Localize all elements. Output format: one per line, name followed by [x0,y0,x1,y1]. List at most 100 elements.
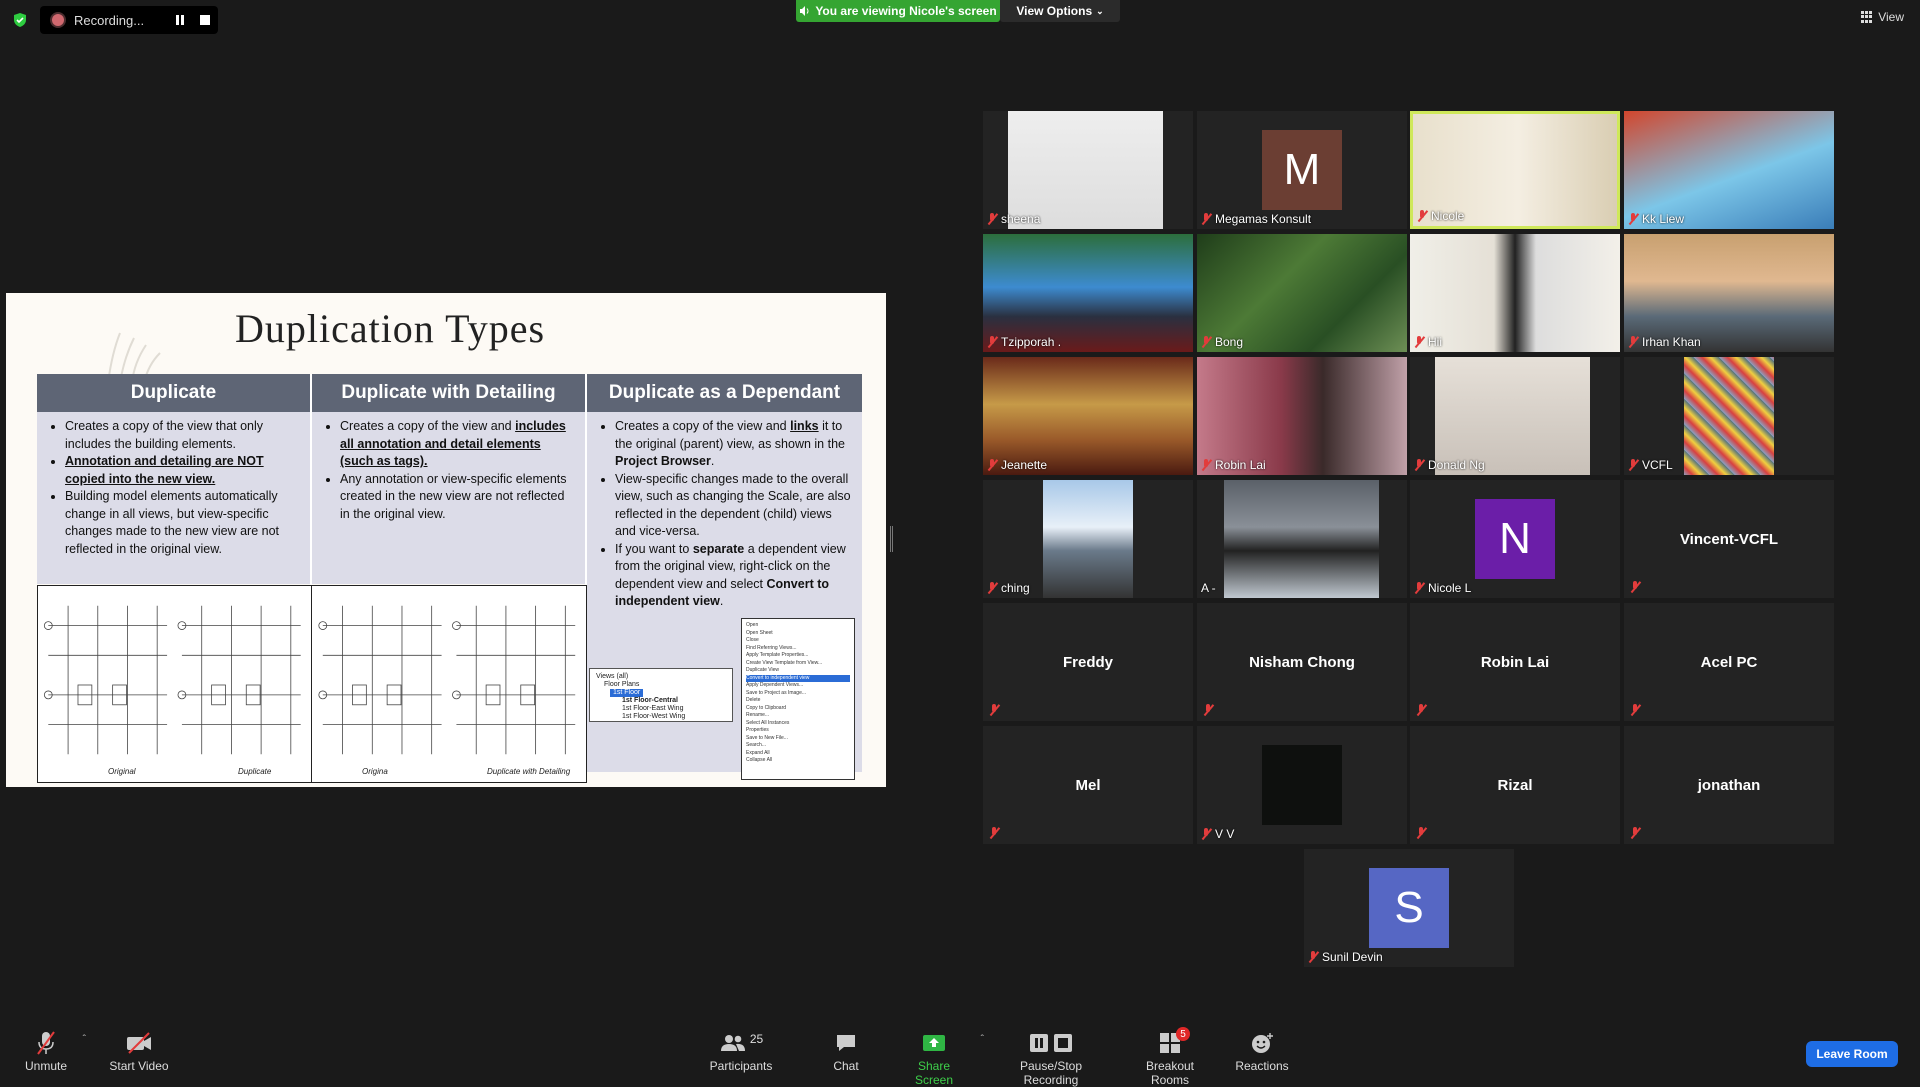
mic-muted-icon [989,704,1000,716]
context-menu-item: Open [746,622,759,628]
mic-muted-icon [22,1030,70,1056]
participant-name-label: Sunil Devin [1308,950,1383,964]
viewing-screen-banner: You are viewing Nicole's screen [796,0,1000,22]
chat-button[interactable]: Chat [826,1030,866,1073]
reactions-button[interactable]: Reactions [1234,1030,1290,1073]
pause-stop-recording-button[interactable]: Pause/Stop Recording [992,1030,1110,1087]
participant-tile[interactable]: A - [1197,480,1407,598]
mic-muted-icon [1630,581,1641,593]
participant-tile[interactable]: Robin Lai [1197,357,1407,475]
unmute-button[interactable]: Unmute ˆ [22,1030,86,1073]
participant-tile[interactable]: S Sunil Devin [1304,849,1514,967]
participant-name: Megamas Konsult [1215,212,1312,226]
reactions-smiley-icon [1234,1030,1290,1056]
floor-plan-graphic [318,605,576,755]
context-menu-item: Select All Instances [746,719,790,726]
participant-tile[interactable]: Nicole [1410,111,1620,229]
participant-tile[interactable]: Acel PC [1624,603,1834,721]
encryption-shield-icon[interactable] [10,10,30,30]
participant-tile[interactable]: Tzipporah . [983,234,1193,352]
participants-icon: 25 [708,1030,774,1056]
bullet: Building model elements automatically ch… [65,488,302,558]
drawing-label: Origina [362,767,388,776]
share-screen-button[interactable]: Share Screen ˆ [898,1030,984,1087]
drawing-label: Duplicate [238,767,272,776]
mic-muted-icon [1628,336,1639,348]
participant-tile[interactable]: Freddy [983,603,1193,721]
mic-muted-icon [1308,951,1319,963]
participant-name: Nicole [1431,209,1465,223]
participant-name-label: Megamas Konsult [1201,212,1311,226]
recording-indicator: Recording... [40,6,218,34]
recording-dot-icon [52,14,64,26]
mic-muted-icon [1414,582,1425,594]
participant-video [1262,745,1342,825]
bullet: Creates a copy of the view and includes … [340,418,577,471]
mic-muted-icon [1417,210,1428,222]
participant-name: sheena [1001,212,1041,226]
pause-stop-icon [992,1030,1110,1056]
floor-plan-drawings: Original Duplicate Origina Duplicate wit… [37,585,587,783]
participant-tile[interactable]: M Megamas Konsult [1197,111,1407,229]
view-layout-button[interactable]: View [1861,10,1904,24]
participants-button[interactable]: 25 Participants [708,1030,774,1073]
participants-count: 25 [749,1032,764,1046]
split-view-drag-handle[interactable] [890,526,893,552]
participant-tile[interactable]: sheena [983,111,1193,229]
participant-tile[interactable]: Nisham Chong [1197,603,1407,721]
participant-name: Nicole L [1428,581,1472,595]
leave-room-button[interactable]: Leave Room [1806,1041,1898,1067]
participant-video [1684,357,1774,475]
participant-tile[interactable]: Jeanette [983,357,1193,475]
grid-view-icon [1861,11,1873,23]
participant-name: Kk Liew [1642,212,1685,226]
context-menu-item: Properties [746,727,769,733]
column-heading: Duplicate as a Dependant [587,374,862,412]
mic-muted-icon [1414,459,1425,471]
column-heading: Duplicate with Detailing [312,374,585,412]
floor-plan-duplicate: Original Duplicate [37,585,312,783]
stop-recording-icon[interactable] [200,15,210,25]
avatar: S [1369,868,1449,948]
context-menu-item: Create View Template from View... [746,659,823,666]
breakout-rooms-button[interactable]: 5 Breakout Rooms [1126,1027,1214,1087]
participant-tile[interactable]: VCFL [1624,357,1834,475]
share-screen-icon [898,1030,970,1056]
bullet: Annotation and detailing are NOT copied … [65,453,302,488]
participant-tile[interactable]: Kk Liew [1624,111,1834,229]
view-options-button[interactable]: View Options ⌄ [1000,0,1120,22]
participant-tile[interactable]: N Nicole L [1410,480,1620,598]
participant-name: Irhan Khan [1642,335,1701,349]
participant-tile[interactable]: Donald Ng [1410,357,1620,475]
participant-name-label: Irhan Khan [1628,335,1701,349]
shared-screen[interactable]: Duplication Types Duplicate Creates a co… [6,293,886,787]
participant-tile[interactable]: Irhan Khan [1624,234,1834,352]
participant-tile[interactable]: Mel [983,726,1193,844]
participant-tile[interactable]: Robin Lai [1410,603,1620,721]
participant-name-label: Jeanette [987,458,1047,472]
participant-name: jonathan [1697,776,1761,794]
participant-tile[interactable]: Bong [1197,234,1407,352]
start-video-button[interactable]: Start Video [106,1030,172,1073]
mic-muted-icon [987,336,998,348]
mic-muted-icon [1416,827,1427,839]
participant-name: Vincent-VCFL [1679,530,1779,548]
slide-title: Duplication Types [234,306,546,351]
participant-tile[interactable]: V V [1197,726,1407,844]
participant-tile[interactable]: Vincent-VCFL [1624,480,1834,598]
share-options-caret-icon[interactable]: ˆ [981,1034,984,1045]
floor-plan-duplicate-with-detailing: Origina Duplicate with Detailing [312,585,587,783]
participant-tile[interactable]: Rizal [1410,726,1620,844]
bullet: Creates a copy of the view and links it … [615,418,854,471]
participant-name-label: V V [1201,827,1234,841]
participant-name: Freddy [1062,653,1113,671]
context-menu-item: Expand All [746,749,770,756]
participant-name-label: A - [1201,581,1216,595]
participant-tile[interactable]: ching [983,480,1193,598]
participant-tile[interactable]: jonathan [1624,726,1834,844]
participant-name-label: Hii [1414,335,1442,349]
audio-options-caret-icon[interactable]: ˆ [83,1034,86,1045]
pause-recording-icon[interactable] [176,15,184,25]
participant-tile[interactable]: Hii [1410,234,1620,352]
mic-muted-icon [987,459,998,471]
